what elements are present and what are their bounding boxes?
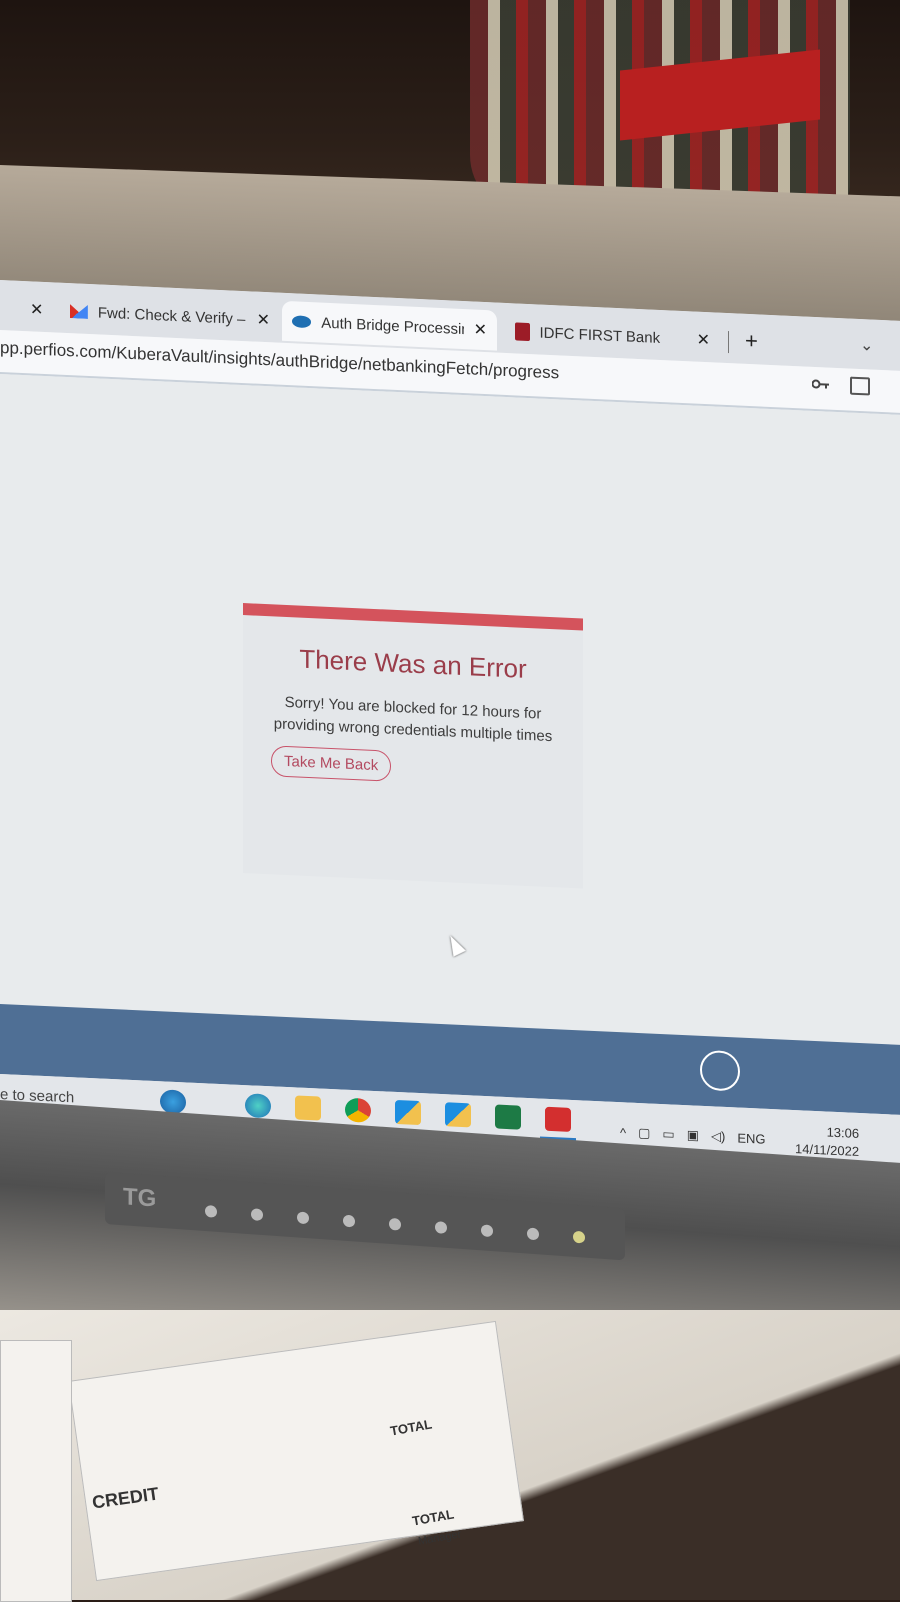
chevron-up-icon[interactable]: ^ xyxy=(620,1125,626,1140)
display-icon[interactable]: ▭ xyxy=(662,1126,674,1143)
close-tab-icon[interactable]: ✕ xyxy=(474,320,487,341)
auto-select-button[interactable] xyxy=(527,1228,539,1241)
gmail-icon xyxy=(70,304,88,319)
auth-bridge-icon xyxy=(292,315,311,328)
mouse-cursor-icon xyxy=(444,933,466,957)
error-card: There Was an Error Sorry! You are blocke… xyxy=(243,603,583,888)
vol-up-button[interactable] xyxy=(481,1224,493,1237)
power-button[interactable] xyxy=(573,1231,585,1244)
error-title: There Was an Error xyxy=(243,641,583,687)
monitor-screen: ✕ Fwd: Check & Verify – L ✕ Auth Bridge … xyxy=(0,280,900,1181)
mute-button[interactable] xyxy=(251,1208,263,1221)
app-icon[interactable] xyxy=(395,1100,421,1125)
page-content: There Was an Error Sorry! You are blocke… xyxy=(0,374,900,1045)
edge-icon[interactable] xyxy=(245,1093,271,1118)
share-icon[interactable] xyxy=(850,377,870,396)
tab-idfc[interactable]: IDFC FIRST Bank ✕ xyxy=(505,311,720,361)
close-tab-icon[interactable]: ✕ xyxy=(257,310,270,331)
support-agent-icon[interactable] xyxy=(700,1050,740,1092)
tab-label: Auth Bridge Processing xyxy=(321,314,463,337)
excel-icon[interactable] xyxy=(495,1104,521,1129)
up-button[interactable] xyxy=(389,1218,401,1231)
error-message: Sorry! You are blocked for 12 hours for … xyxy=(269,691,557,748)
idfc-icon xyxy=(515,322,530,341)
system-tray: ^ ▢ ▭ ▣ ◁) ENG xyxy=(620,1124,766,1147)
down-button[interactable] xyxy=(343,1215,355,1228)
meet-icon[interactable]: ▢ xyxy=(638,1125,650,1142)
tab-separator xyxy=(728,331,729,353)
key-icon[interactable] xyxy=(812,379,830,390)
close-tab-icon[interactable]: ✕ xyxy=(30,299,43,320)
desk-papers xyxy=(0,1310,900,1600)
lightview-button[interactable] xyxy=(205,1205,217,1218)
tab-label: Fwd: Check & Verify – L xyxy=(98,304,247,328)
tab-gmail[interactable]: Fwd: Check & Verify – L ✕ xyxy=(60,291,280,341)
language-indicator[interactable]: ENG xyxy=(737,1130,765,1146)
tab-auth-bridge[interactable]: Auth Bridge Processing ✕ xyxy=(282,301,497,351)
chrome-icon[interactable] xyxy=(345,1098,371,1123)
receipt-stub xyxy=(0,1340,72,1602)
tab-list-chevron-icon[interactable]: ⌄ xyxy=(860,335,873,356)
file-explorer-icon[interactable] xyxy=(295,1095,321,1120)
take-me-back-button[interactable]: Take Me Back xyxy=(271,745,391,781)
receipt-paper xyxy=(68,1321,524,1581)
monitor-brand: TG xyxy=(123,1183,156,1213)
volume-icon[interactable]: ◁) xyxy=(711,1128,725,1145)
taskbar-clock[interactable]: 13:06 14/11/2022 xyxy=(795,1122,859,1161)
error-accent-bar xyxy=(243,603,583,630)
acrobat-icon[interactable] xyxy=(545,1107,571,1132)
menu-button[interactable] xyxy=(297,1211,309,1224)
tab-label: IDFC FIRST Bank xyxy=(540,324,667,347)
close-tab-icon[interactable]: ✕ xyxy=(697,330,710,351)
app-icon[interactable] xyxy=(445,1102,471,1127)
vol-down-button[interactable] xyxy=(435,1221,447,1234)
network-icon[interactable]: ▣ xyxy=(687,1127,699,1144)
new-tab-button[interactable]: + xyxy=(745,328,758,355)
